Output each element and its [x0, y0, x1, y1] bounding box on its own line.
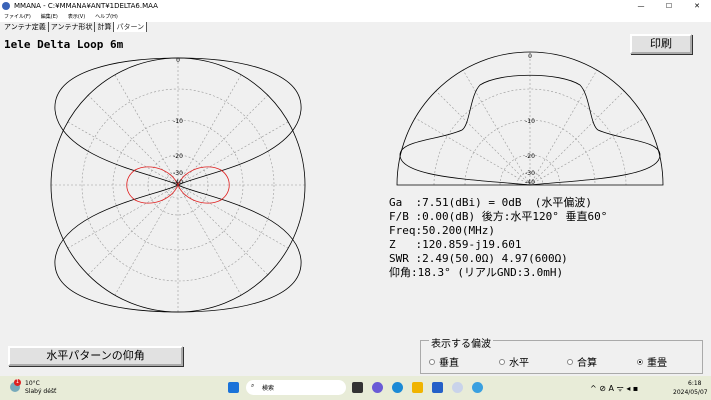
ring-label-0: 0: [176, 57, 180, 64]
radio-total[interactable]: 合算: [567, 354, 597, 369]
ring-label-10: -10: [173, 118, 183, 125]
store-icon[interactable]: [432, 382, 443, 393]
v-ring-label-20: -20: [525, 153, 535, 160]
search-box[interactable]: ⌕ 検索: [246, 380, 346, 395]
weather-desc: Slabý déšť: [25, 388, 57, 395]
start-icon[interactable]: [228, 382, 239, 393]
impedance-text: Z :120.859-j19.601: [389, 238, 522, 251]
mmana-icon[interactable]: [452, 382, 463, 393]
v-ring-label-40: -40: [525, 179, 535, 186]
edge-icon[interactable]: [392, 382, 403, 393]
polarization-label: 表示する偏波: [429, 335, 493, 350]
elevation-button[interactable]: 水平パターンの仰角: [8, 346, 183, 366]
v-ring-label-0: 0: [528, 53, 532, 60]
polarization-group: 表示する偏波 垂直 水平 合算 重畳: [420, 335, 703, 374]
ring-label-20: -20: [173, 153, 183, 160]
explorer-icon[interactable]: [412, 382, 423, 393]
freq-text: Freq:50.200(MHz): [389, 224, 495, 237]
app-icon[interactable]: [472, 382, 483, 393]
clock-time[interactable]: 6:18: [688, 380, 701, 387]
radio-vertical[interactable]: 垂直: [429, 354, 459, 369]
taskbar: 1 10°C Slabý déšť ⌕ 検索 ^ ⊘ A ᯤ ◂ ▪ 6:18 …: [0, 376, 711, 400]
ring-label-30: -30: [173, 170, 183, 177]
clock-date[interactable]: 2024/05/07: [673, 389, 708, 396]
results-panel: Ga :7.51(dBi) = 0dB (水平偏波) F/B :0.00(dB) …: [389, 196, 607, 280]
tray-icons[interactable]: ^ ⊘ A ᯤ ◂ ▪: [590, 383, 638, 394]
pattern-plots: 0 -10 -20 -30 -40 0 -10 -20 -30 -40: [50, 51, 664, 313]
taskview-icon[interactable]: [352, 382, 363, 393]
ring-label-40: -40: [173, 179, 183, 186]
fb-text: F/B :0.00(dB) 後方:水平120° 垂直60°: [389, 210, 608, 223]
elevation-text: 仰角:18.3° (リアルGND:3.0mH): [389, 266, 564, 279]
swr-text: SWR :2.49(50.0Ω) 4.97(600Ω): [389, 252, 568, 265]
v-ring-label-10: -10: [525, 118, 535, 125]
copilot-icon[interactable]: [372, 382, 383, 393]
gain-text: Ga :7.51(dBi) = 0dB (水平偏波): [389, 196, 592, 209]
radio-overlay[interactable]: 重畳: [637, 354, 667, 369]
radio-horizontal[interactable]: 水平: [499, 354, 529, 369]
v-ring-label-30: -30: [525, 170, 535, 177]
search-icon: ⌕: [251, 382, 255, 389]
weather-temp: 10°C: [25, 380, 40, 387]
notification-badge: 1: [14, 379, 21, 386]
